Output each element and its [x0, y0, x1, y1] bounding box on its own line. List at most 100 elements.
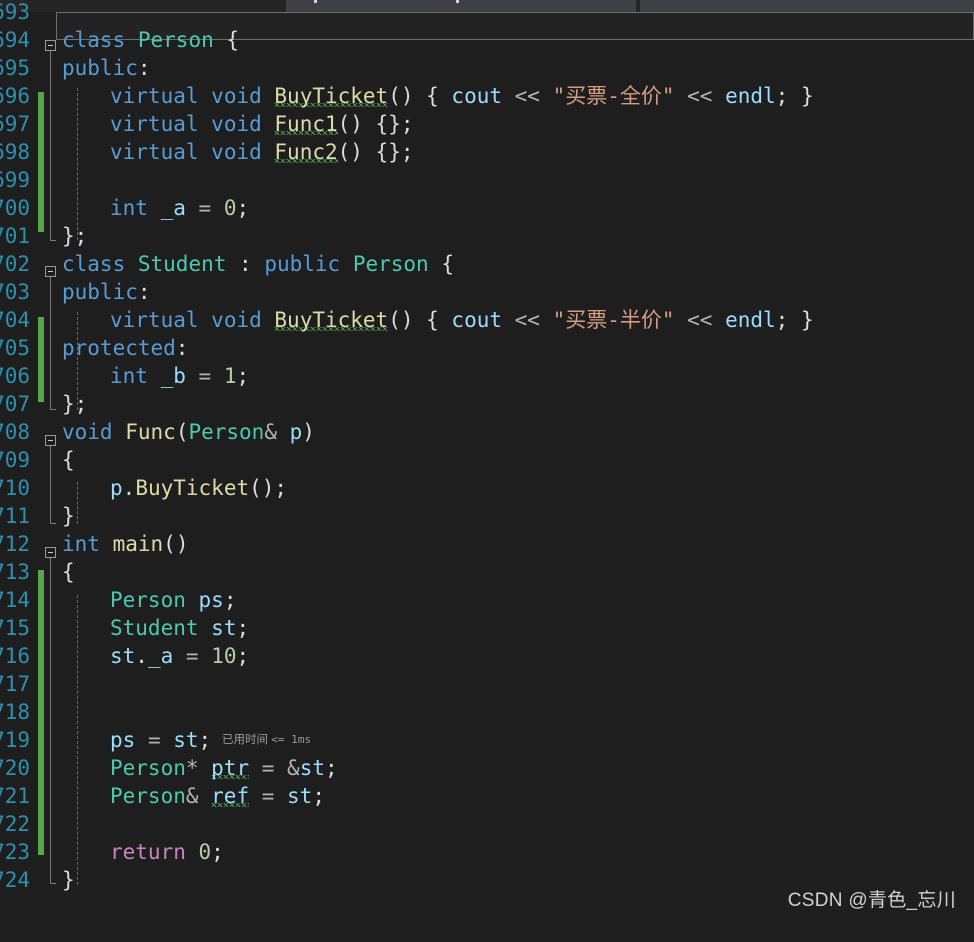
code-line-722[interactable]: 722 — [0, 810, 974, 838]
token-assign: = — [135, 728, 174, 752]
code-text[interactable]: int main() — [62, 530, 188, 558]
code-line-706[interactable]: 706 int _b = 1; — [0, 362, 974, 390]
code-text[interactable]: virtual void BuyTicket() { cout << "买票-全… — [110, 82, 814, 110]
token-dot: . — [135, 644, 148, 668]
code-text[interactable]: Student st; — [110, 614, 249, 642]
line-number: 714 — [0, 588, 30, 612]
code-text[interactable]: { — [62, 558, 75, 586]
code-line-723[interactable]: 723 return 0; — [0, 838, 974, 866]
code-text[interactable]: }; — [62, 390, 87, 418]
code-text[interactable]: int _b = 1; — [110, 362, 249, 390]
code-line-719[interactable]: 719 ps = st; 已用时间 <= 1ms — [0, 726, 974, 754]
line-number: 724 — [0, 868, 30, 892]
code-line-716[interactable]: 716 st._a = 10; — [0, 642, 974, 670]
token-brace-open: { — [428, 252, 454, 276]
code-line-704[interactable]: 704 virtual void BuyTicket() { cout << "… — [0, 306, 974, 334]
code-line-720[interactable]: 720 Person* ptr = &st; — [0, 754, 974, 782]
line-number: 720 — [0, 756, 30, 780]
token-fn-func1: Func1 — [274, 112, 338, 136]
code-line-715[interactable]: 715 Student st; — [0, 614, 974, 642]
code-text[interactable]: protected: — [62, 334, 188, 362]
token-keyword-public: public — [62, 56, 138, 80]
code-text[interactable]: Person& ref = st; — [110, 782, 325, 810]
line-number: 700 — [0, 196, 30, 220]
code-line-708[interactable]: 708 void Func(Person& p) — [0, 418, 974, 446]
code-line-701[interactable]: 701 }; — [0, 222, 974, 250]
token-keyword-virtual: virtual — [110, 84, 199, 108]
code-line-713[interactable]: 713 { — [0, 558, 974, 586]
token-call: (); — [249, 476, 288, 500]
code-text[interactable]: class Person { — [62, 26, 239, 54]
code-text[interactable]: } — [62, 866, 75, 894]
token-colon: : — [137, 280, 151, 304]
line-number: 718 — [0, 700, 30, 724]
code-line-710[interactable]: 710 p.BuyTicket(); — [0, 474, 974, 502]
line-number: 694 — [0, 28, 30, 52]
code-editor-surface[interactable]: 693 694 class Person { 695 public: 696 v… — [0, 0, 974, 924]
code-text[interactable]: public: — [62, 54, 151, 82]
code-line-696[interactable]: 696 virtual void BuyTicket() { cout << "… — [0, 82, 974, 110]
code-text[interactable]: st._a = 10; — [110, 642, 249, 670]
code-text[interactable]: { — [62, 446, 75, 474]
code-line-694[interactable]: 694 class Person { — [0, 26, 974, 54]
code-line-698[interactable]: 698 virtual void Func2() {}; — [0, 138, 974, 166]
token-semicolon: ; — [312, 784, 325, 808]
code-text[interactable]: virtual void Func1() {}; — [110, 110, 413, 138]
token-brace-open: { — [62, 448, 75, 472]
code-text[interactable]: }; — [62, 222, 87, 250]
code-text[interactable]: ps = st; — [110, 726, 211, 754]
elapsed-time-hint[interactable]: 已用时间 <= 1ms — [222, 726, 311, 754]
code-line-707[interactable]: 707 }; — [0, 390, 974, 418]
token-colon: : — [137, 56, 151, 80]
code-text[interactable]: public: — [62, 278, 151, 306]
token-semicolon-brace: ; } — [775, 308, 814, 332]
code-line-712[interactable]: 712 int main() — [0, 530, 974, 558]
token-close-class: }; — [62, 392, 88, 416]
code-line-709[interactable]: 709 { — [0, 446, 974, 474]
token-type-student: Student — [110, 616, 199, 640]
line-number: 717 — [0, 672, 30, 696]
token-assign: = — [173, 644, 212, 668]
token-string-full-price: "买票-全价" — [552, 84, 675, 108]
code-text[interactable]: virtual void Func2() {}; — [110, 138, 413, 166]
code-line-717[interactable]: 717 — [0, 670, 974, 698]
token-star: * — [185, 756, 212, 780]
token-num-one: 1 — [223, 364, 237, 388]
code-text[interactable]: void Func(Person& p) — [62, 418, 315, 446]
code-text[interactable]: virtual void BuyTicket() { cout << "买票-半… — [110, 306, 814, 334]
code-text[interactable]: class Student : public Person { — [62, 250, 454, 278]
line-number: 693 — [0, 0, 30, 24]
code-text[interactable]: int _a = 0; — [110, 194, 249, 222]
code-line-718[interactable]: 718 — [0, 698, 974, 726]
token-semicolon-brace: ; } — [775, 84, 814, 108]
code-line-693[interactable]: 693 — [0, 0, 974, 26]
token-string-half-price: "买票-半价" — [552, 308, 675, 332]
code-line-703[interactable]: 703 public: — [0, 278, 974, 306]
token-shift-left-2: << — [674, 84, 726, 108]
line-number: 721 — [0, 784, 30, 808]
token-var-b: _b — [160, 364, 186, 388]
token-type-person: Person — [352, 252, 429, 276]
token-shift-left: << — [502, 84, 553, 108]
code-line-702[interactable]: 702 class Student : public Person { — [0, 250, 974, 278]
code-line-711[interactable]: 711 } — [0, 502, 974, 530]
code-text[interactable]: Person* ptr = &st; — [110, 754, 338, 782]
code-line-721[interactable]: 721 Person& ref = st; — [0, 782, 974, 810]
token-semicolon: ; — [236, 196, 250, 220]
line-number: 706 — [0, 364, 30, 388]
code-line-699[interactable]: 699 — [0, 166, 974, 194]
token-semicolon: ; — [236, 644, 250, 668]
code-text[interactable]: return 0; — [110, 838, 224, 866]
code-text[interactable]: } — [62, 502, 75, 530]
code-line-705[interactable]: 705 protected: — [0, 334, 974, 362]
code-line-697[interactable]: 697 virtual void Func1() {}; — [0, 110, 974, 138]
code-text[interactable]: Person ps; — [110, 586, 236, 614]
line-number: 696 — [0, 84, 30, 108]
code-line-700[interactable]: 700 int _a = 0; — [0, 194, 974, 222]
token-var-a: _a — [147, 644, 174, 668]
line-number: 711 — [0, 504, 30, 528]
code-line-695[interactable]: 695 public: — [0, 54, 974, 82]
code-text[interactable]: p.BuyTicket(); — [110, 474, 287, 502]
code-line-714[interactable]: 714 Person ps; — [0, 586, 974, 614]
